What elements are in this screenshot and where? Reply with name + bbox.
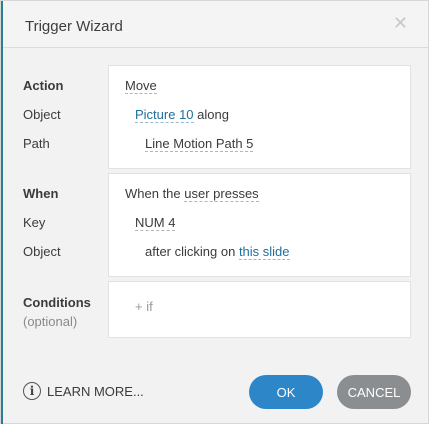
- key-picker[interactable]: NUM 4: [135, 215, 176, 231]
- object-label: Object: [23, 107, 61, 122]
- action-label: Action: [23, 78, 64, 93]
- learn-more-link[interactable]: i LEARN MORE...: [23, 382, 144, 400]
- title-bar: Trigger Wizard ✕: [3, 1, 428, 48]
- add-condition-button[interactable]: + if: [135, 299, 153, 314]
- object-suffix: along: [193, 107, 229, 122]
- conditions-label: Conditions: [23, 295, 91, 310]
- cancel-button[interactable]: CANCEL: [337, 375, 411, 409]
- ok-button[interactable]: OK: [249, 375, 323, 409]
- when-label: When: [23, 186, 59, 201]
- conditions-panel: + if: [108, 281, 411, 338]
- learn-more-label: LEARN MORE...: [47, 383, 144, 399]
- key-label: Key: [23, 215, 46, 230]
- action-labels: Action Object Path: [23, 71, 63, 158]
- when-object-prefix: after clicking on: [145, 244, 239, 259]
- when-labels: When Key Object: [23, 179, 61, 266]
- trigger-wizard-dialog: Trigger Wizard ✕ Action Object Path Move…: [0, 0, 429, 424]
- action-panel: Move Picture 10 along Line Motion Path 5: [108, 65, 411, 169]
- conditions-labels: Conditions (optional): [23, 293, 91, 331]
- close-icon[interactable]: ✕: [393, 14, 408, 32]
- when-object-picker[interactable]: this slide: [238, 244, 290, 260]
- action-dropdown[interactable]: Move: [125, 78, 157, 94]
- path-picker[interactable]: Line Motion Path 5: [145, 136, 254, 152]
- info-icon: i: [23, 382, 41, 400]
- object-picker[interactable]: Picture 10: [135, 107, 194, 123]
- path-label: Path: [23, 136, 50, 151]
- when-panel: When the user presses NUM 4 after clicki…: [108, 173, 411, 277]
- when-dropdown[interactable]: user presses: [184, 186, 259, 202]
- dialog-title: Trigger Wizard: [25, 18, 123, 35]
- when-object-label: Object: [23, 244, 61, 259]
- when-prefix: When the: [125, 186, 185, 201]
- window-edge: [1, 1, 3, 424]
- conditions-sublabel: (optional): [23, 314, 78, 329]
